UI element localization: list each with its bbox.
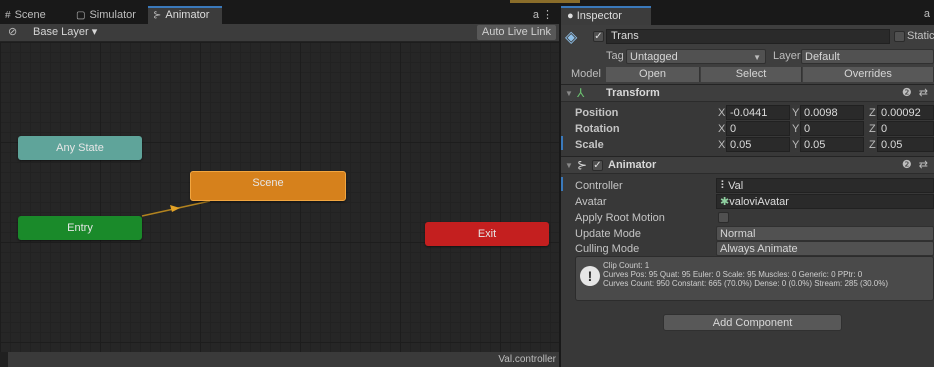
transform-title: Transform — [606, 87, 660, 99]
gameobject-header: ◈ ✓ Trans Static Tag Untagged ▼ Layer Def… — [561, 25, 934, 88]
rotation-z-field[interactable]: 0 — [877, 121, 934, 136]
grid-icon: # — [5, 10, 11, 21]
animator-icon: ⊱ — [577, 158, 588, 172]
scale-x-field[interactable]: 0.05 — [726, 137, 790, 152]
selection-marker — [561, 136, 563, 150]
controller-object-field[interactable]: ⠇Val — [716, 178, 934, 193]
static-label: Static — [907, 30, 934, 42]
transform-component-header[interactable]: ▼ ⅄ Transform ❷ ⇄ — [561, 84, 934, 102]
window-tab-bar: # Scene ▢ Simulator ⊱ Animator a ⋮ — [0, 6, 559, 24]
state-scene[interactable]: Scene — [190, 171, 346, 201]
layer-dropdown[interactable]: Default — [801, 49, 934, 64]
help-icon: ❷ — [901, 159, 912, 171]
graph-status-bar: Val.controller — [8, 352, 559, 367]
z-axis-label: Z — [869, 107, 876, 119]
scale-z-field[interactable]: 0.05 — [877, 137, 934, 152]
component-menu-icons[interactable]: ❷ ⇄ — [895, 85, 928, 102]
selection-marker — [561, 177, 563, 191]
rotation-x-field[interactable]: 0 — [726, 121, 790, 136]
rotation-label: Rotation — [575, 123, 620, 135]
animation-info-box: ! Clip Count: 1 Curves Pos: 95 Quat: 95 … — [575, 256, 934, 301]
tab-menu-icons[interactable]: a ⋮ — [533, 6, 553, 24]
z-axis-label: Z — [869, 139, 876, 151]
apply-root-motion-checkbox[interactable] — [718, 212, 729, 223]
layer-breadcrumb-dropdown[interactable]: Base Layer ▾ — [33, 24, 97, 41]
tab-inspector[interactable]: ● Inspector — [561, 6, 651, 25]
state-machine-graph[interactable]: Any State Scene Entry Exit — [0, 42, 559, 352]
culling-mode-label: Culling Mode — [575, 243, 640, 255]
animator-enabled-checkbox[interactable]: ✓ — [592, 160, 603, 171]
z-axis-label: Z — [869, 123, 876, 135]
model-select-button[interactable]: Select — [701, 67, 802, 82]
active-checkbox[interactable]: ✓ — [593, 31, 604, 42]
info-icon: ● — [567, 10, 574, 22]
tab-scene[interactable]: # Scene — [5, 6, 46, 24]
foldout-arrow-icon[interactable]: ▼ — [565, 87, 573, 101]
rotation-y-field[interactable]: 0 — [800, 121, 864, 136]
model-overrides-dropdown[interactable]: Overrides — [803, 67, 934, 82]
avatar-object-field[interactable]: ✱valoviAvatar — [716, 194, 934, 209]
inspector-window: ● Inspector a ◈ ✓ Trans Static Tag Untag… — [561, 6, 934, 367]
update-mode-dropdown[interactable]: Normal — [716, 226, 934, 241]
simulator-icon: ▢ — [76, 10, 86, 21]
animator-toolbar: ⊘ Base Layer ▾ Auto Live Link — [0, 24, 559, 42]
auto-live-link-button[interactable]: Auto Live Link — [476, 25, 556, 40]
animator-title: Animator — [608, 159, 657, 171]
model-label: Model — [571, 68, 601, 80]
y-axis-label: Y — [792, 123, 800, 135]
add-component-button[interactable]: Add Component — [663, 314, 842, 331]
play-indicator — [510, 0, 580, 3]
inspector-tab-bar: ● Inspector a — [561, 6, 934, 25]
object-name-field[interactable]: Trans — [606, 29, 890, 44]
clip-count-text: Clip Count: 1 — [603, 261, 650, 270]
animator-icon: ⊱ — [153, 10, 162, 21]
curves-count-text: Curves Count: 950 Constant: 665 (70.0%) … — [603, 279, 889, 288]
tag-dropdown[interactable]: Untagged ▼ — [626, 49, 766, 64]
transition-arrowhead — [170, 205, 180, 212]
y-axis-label: Y — [792, 107, 800, 119]
info-exclamation-icon: ! — [580, 266, 600, 286]
tag-label: Tag — [606, 50, 624, 62]
position-label: Position — [575, 107, 619, 119]
foldout-arrow-icon[interactable]: ▼ — [565, 159, 573, 173]
x-axis-label: X — [718, 139, 726, 151]
tab-animator[interactable]: ⊱ Animator — [148, 6, 222, 24]
controller-label: Controller — [575, 180, 623, 192]
state-exit[interactable]: Exit — [425, 222, 549, 246]
gameobject-cube-icon[interactable]: ◈ — [565, 29, 583, 47]
x-axis-label: X — [718, 123, 726, 135]
scale-y-field[interactable]: 0.05 — [800, 137, 864, 152]
component-menu-icons[interactable]: ❷ ⇄ — [895, 157, 928, 174]
lock-icon[interactable]: a — [924, 8, 930, 20]
x-axis-label: X — [718, 107, 726, 119]
layer-label: Layer — [773, 50, 801, 62]
avatar-label: Avatar — [575, 196, 607, 208]
state-any-state[interactable]: Any State — [18, 136, 142, 160]
culling-mode-dropdown[interactable]: Always Animate — [716, 241, 934, 256]
settings-icon: ⇄ — [918, 159, 928, 171]
curves-pos-text: Curves Pos: 95 Quat: 95 Euler: 0 Scale: … — [603, 270, 863, 279]
controller-filename: Val.controller — [498, 354, 556, 365]
y-axis-label: Y — [792, 139, 800, 151]
apply-root-motion-label: Apply Root Motion — [575, 212, 665, 224]
state-entry[interactable]: Entry — [18, 216, 142, 240]
model-open-button[interactable]: Open — [606, 67, 700, 82]
settings-icon: ⇄ — [918, 87, 928, 99]
tab-simulator[interactable]: ▢ Simulator — [76, 6, 136, 24]
help-icon: ❷ — [901, 87, 912, 99]
position-y-field[interactable]: 0.0098 — [800, 105, 864, 120]
transform-axes-icon: ⅄ — [577, 86, 585, 100]
controller-asset-icon: ⠇ — [720, 180, 729, 192]
dropdown-arrow-icon: ▼ — [753, 53, 761, 62]
position-z-field[interactable]: 0.00092 — [877, 105, 934, 120]
avatar-figure-icon: ✱ — [720, 196, 730, 208]
animator-window: # Scene ▢ Simulator ⊱ Animator a ⋮ ⊘ Base L… — [0, 6, 559, 367]
static-checkbox[interactable] — [894, 31, 905, 42]
eye-slash-icon[interactable]: ⊘ — [8, 25, 17, 38]
animator-component-header[interactable]: ▼ ⊱ ✓ Animator ❷ ⇄ — [561, 156, 934, 174]
update-mode-label: Update Mode — [575, 228, 642, 240]
scale-label: Scale — [575, 139, 604, 151]
position-x-field[interactable]: -0.0441 — [726, 105, 790, 120]
